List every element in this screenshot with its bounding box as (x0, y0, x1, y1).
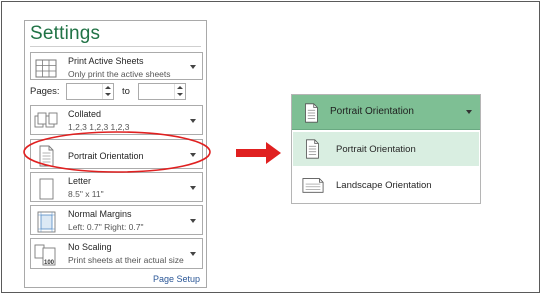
scaling-subtitle: Print sheets at their actual size (68, 255, 184, 265)
sheets-grid-icon (35, 59, 57, 78)
spin-down-icon[interactable] (177, 93, 183, 96)
pages-to-spinner[interactable] (174, 84, 185, 99)
collation-title: Collated (68, 109, 102, 119)
chevron-down-icon (190, 119, 196, 123)
chevron-down-icon[interactable] (466, 110, 472, 114)
portrait-page-icon (306, 139, 319, 159)
orientation-option-landscape[interactable]: Landscape Orientation (293, 168, 479, 202)
spin-down-icon[interactable] (105, 93, 111, 96)
pages-range: Pages: to (30, 83, 205, 101)
spin-up-icon[interactable] (105, 86, 111, 89)
orientation-option-label: Portrait Orientation (336, 144, 416, 155)
paper-size-title: Letter (68, 176, 92, 186)
landscape-page-icon (302, 178, 324, 193)
scaling-title: No Scaling (68, 242, 112, 252)
margins-icon (37, 211, 56, 233)
highlight-ellipse (23, 131, 211, 173)
pages-to-input[interactable] (138, 83, 186, 100)
chevron-down-icon (190, 186, 196, 190)
print-what-dropdown[interactable]: Print Active Sheets Only print the activ… (30, 52, 203, 80)
paper-size-icon (39, 178, 54, 200)
red-arrow-icon (236, 142, 281, 164)
orientation-option-portrait[interactable]: Portrait Orientation (293, 132, 479, 166)
orientation-option-label: Landscape Orientation (336, 180, 432, 191)
orientation-menu-header[interactable]: Portrait Orientation (292, 95, 480, 130)
spin-up-icon[interactable] (177, 86, 183, 89)
margins-dropdown[interactable]: Normal Margins Left: 0.7" Right: 0.7" (30, 205, 203, 235)
portrait-page-icon (305, 103, 318, 123)
title-divider (30, 46, 201, 47)
page-setup-link[interactable]: Page Setup (153, 274, 200, 284)
pages-to-label: to (122, 86, 130, 97)
chevron-down-icon (190, 219, 196, 223)
pages-label: Pages: (30, 86, 60, 97)
chevron-down-icon (190, 65, 196, 69)
margins-subtitle: Left: 0.7" Right: 0.7" (68, 222, 144, 232)
paper-size-dropdown[interactable]: Letter 8.5" x 11" (30, 172, 203, 202)
settings-title: Settings (30, 23, 101, 44)
pages-from-input[interactable] (66, 83, 114, 100)
paper-size-subtitle: 8.5" x 11" (68, 189, 104, 199)
pages-from-spinner[interactable] (102, 84, 113, 99)
orientation-menu-selected-label: Portrait Orientation (330, 106, 414, 117)
scaling-dropdown[interactable]: 100 No Scaling Print sheets at their act… (30, 238, 203, 269)
orientation-menu: Portrait Orientation Portrait Orientatio… (291, 94, 481, 204)
print-what-title: Print Active Sheets (68, 56, 144, 66)
scaling-icon-text: 100 (44, 260, 55, 266)
print-what-subtitle: Only print the active sheets (68, 69, 171, 79)
margins-title: Normal Margins (68, 209, 132, 219)
scaling-icon: 100 (34, 244, 56, 266)
chevron-down-icon (190, 252, 196, 256)
